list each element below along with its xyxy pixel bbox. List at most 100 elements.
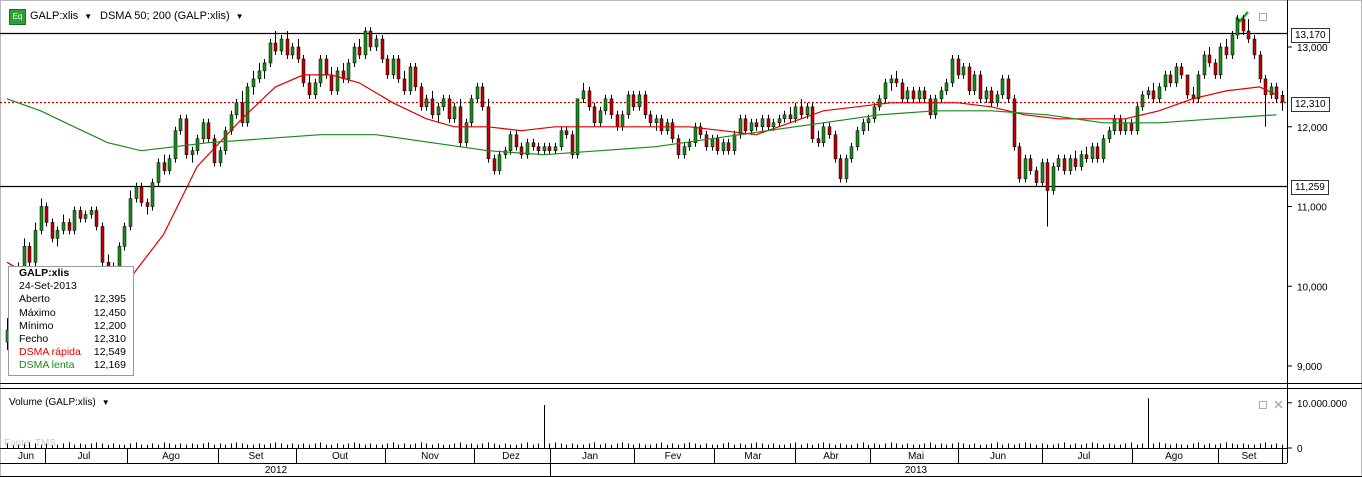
candle-body	[368, 30, 373, 48]
candle-body	[1056, 158, 1061, 167]
candle-body	[352, 46, 357, 64]
candle-body	[648, 114, 653, 124]
candle-body	[363, 30, 368, 56]
candle-body	[44, 206, 49, 223]
candle-body	[61, 222, 66, 231]
month-label: Set	[1241, 451, 1256, 462]
candle-body	[346, 62, 351, 80]
month-label: Ago	[1165, 451, 1183, 462]
candle-body	[296, 46, 301, 60]
candle-body	[162, 162, 167, 171]
candle-body	[190, 150, 195, 155]
candle-body	[408, 66, 413, 92]
candle-body	[553, 146, 558, 151]
candle-body	[492, 158, 497, 171]
price-chart[interactable]: 9,000 10,000 11,000 12,000 13,000 10.000.000…	[0, 0, 1362, 477]
candle-body	[726, 142, 731, 151]
candle-body	[134, 186, 139, 199]
candle-body	[1034, 170, 1039, 183]
candle-body	[424, 98, 429, 108]
candle-body	[984, 90, 989, 100]
candle-body	[1263, 78, 1268, 96]
candle-body	[676, 138, 681, 155]
candle-body	[710, 138, 715, 147]
candle-body	[1073, 158, 1078, 167]
candle-body	[324, 58, 329, 76]
close-icon[interactable]	[1274, 400, 1283, 409]
candle-body	[547, 146, 552, 151]
candle-body	[810, 106, 815, 139]
candle-body	[911, 90, 916, 100]
candle-body	[33, 230, 38, 263]
candle-body	[1224, 46, 1229, 56]
candle-body	[1045, 162, 1050, 191]
candle-body	[564, 130, 569, 135]
candle-body	[1241, 18, 1246, 32]
candle-body	[743, 118, 748, 131]
candle-body	[1028, 158, 1033, 171]
candle-body	[1084, 154, 1089, 159]
candle-body	[167, 158, 172, 171]
candle-body	[508, 134, 513, 151]
maximize-icon[interactable]	[1259, 401, 1267, 409]
candle-body	[754, 122, 759, 127]
candle-body	[933, 98, 938, 116]
info-symbol: GALP:xlis	[19, 267, 70, 279]
info-row-fast-ma: DSMA rápida 12,549	[19, 346, 126, 359]
candle-body	[603, 98, 608, 112]
candle-body	[889, 78, 894, 84]
month-label: Jul	[1078, 451, 1091, 462]
candle-body	[436, 106, 441, 116]
candle-body	[128, 198, 133, 227]
candle-body	[917, 90, 922, 100]
candle-body	[1252, 38, 1257, 56]
candle-body	[218, 150, 223, 163]
candle-body	[122, 226, 127, 247]
candle-body	[587, 90, 592, 108]
candle-body	[1280, 94, 1285, 103]
candle-body	[749, 122, 754, 131]
candle-body	[989, 90, 994, 104]
maximize-icon[interactable]	[1259, 13, 1267, 21]
candle-body	[1218, 46, 1223, 76]
month-label: Abr	[823, 451, 839, 462]
candle-body	[430, 98, 435, 116]
candle-body	[950, 58, 955, 84]
info-row-high: Máximo 12,450	[19, 306, 126, 319]
candle-body	[939, 90, 944, 100]
candle-body	[251, 78, 256, 88]
candle-body	[279, 38, 284, 52]
candle-body	[1185, 74, 1190, 96]
candle-body	[654, 118, 659, 124]
candle-body	[413, 66, 418, 88]
chart-window: { "toolbar": { "icon_label": "Eq", "symb…	[0, 0, 1362, 477]
candle-body	[201, 122, 206, 139]
moving-averages	[6, 74, 1277, 303]
candle-body	[245, 86, 250, 124]
volume-selector[interactable]: Volume (GALP:xlis) ▼	[9, 397, 110, 408]
year-label: 2012	[265, 465, 288, 476]
candle-body	[262, 62, 267, 72]
y-tick-label: 12,000	[1297, 123, 1328, 134]
candle-body	[257, 70, 262, 80]
month-label: Nov	[421, 451, 439, 462]
candle-body	[72, 210, 77, 231]
candle-body	[1112, 118, 1117, 131]
candle-body	[374, 38, 379, 48]
candle-body	[497, 154, 502, 171]
candle-body	[704, 134, 709, 147]
candle-body	[961, 66, 966, 76]
y-tick-label: 11,000	[1297, 203, 1327, 214]
candle-body	[1123, 122, 1128, 131]
month-label: Jul	[78, 451, 91, 462]
candle-body	[944, 82, 949, 92]
candle-body	[570, 134, 575, 155]
candle-body	[620, 114, 625, 127]
info-row-close: Fecho 12,310	[19, 332, 126, 345]
candle-body	[514, 134, 519, 147]
candle-body	[777, 118, 782, 124]
candle-body	[173, 130, 178, 159]
candle-body	[715, 138, 720, 151]
candle-body	[1235, 18, 1240, 36]
candle-body	[861, 122, 866, 131]
